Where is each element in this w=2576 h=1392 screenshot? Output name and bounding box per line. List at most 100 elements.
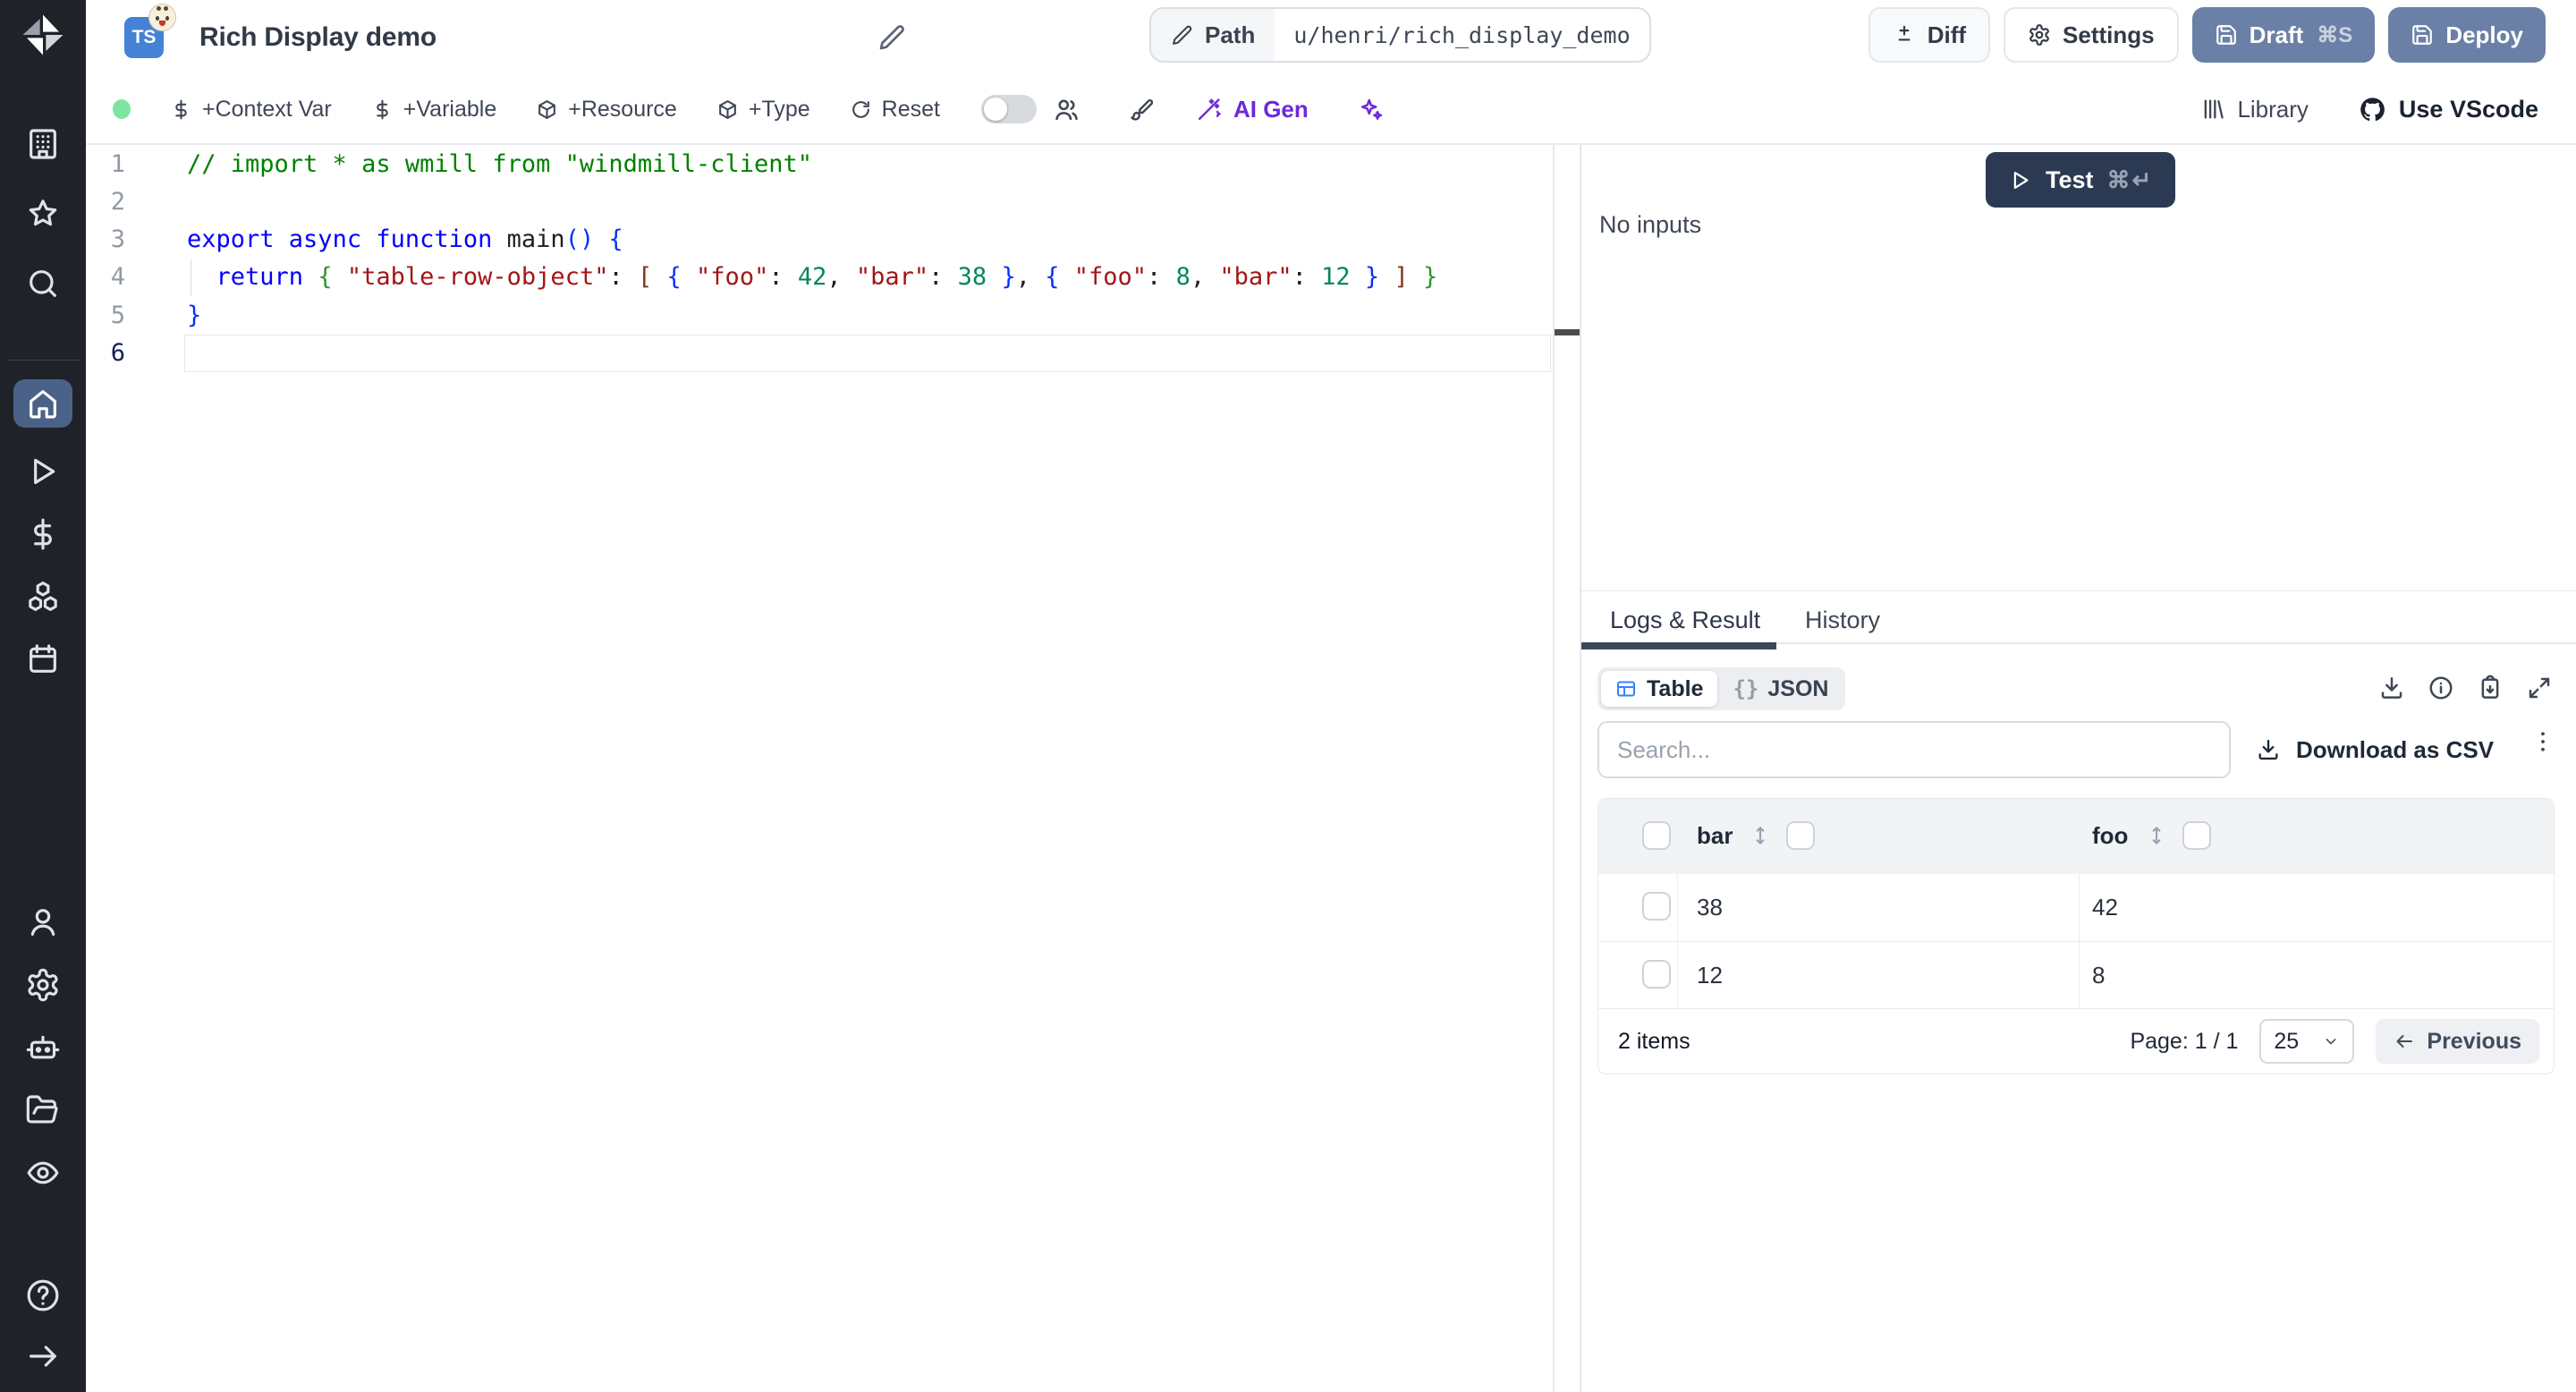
- overview-cursor-mark: [1555, 329, 1580, 335]
- sort-icon[interactable]: [1749, 824, 1772, 847]
- row-checkbox[interactable]: [1642, 892, 1671, 921]
- ai-gen-button[interactable]: AI Gen: [1196, 96, 1309, 123]
- status-dot: [113, 99, 131, 119]
- page-size-select[interactable]: 25: [2259, 1019, 2355, 1064]
- sidebar-main-group: [0, 379, 86, 678]
- tab-logs-result[interactable]: Logs & Result: [1610, 607, 1760, 634]
- robot-icon: [25, 1030, 61, 1065]
- items-count: 2 items: [1618, 1028, 1690, 1054]
- sort-icon[interactable]: [2145, 824, 2168, 847]
- collab-toggle[interactable]: [980, 95, 1037, 123]
- code-editor[interactable]: 1// import * as wmill from "windmill-cli…: [86, 145, 1580, 1392]
- gear-icon: [2028, 23, 2051, 47]
- star-icon: [25, 196, 61, 232]
- toolbar-context-var-button[interactable]: +Context Var: [170, 97, 332, 123]
- table-header: bar foo: [1598, 799, 2554, 874]
- cell-divider: [1677, 942, 1678, 1008]
- column-checkbox-bar[interactable]: [1786, 821, 1815, 850]
- language-label: TS: [131, 27, 157, 47]
- download-csv-button[interactable]: Download as CSV: [2256, 726, 2494, 773]
- toolbar-items: +Context Var +Variable +Resource +Type Reset: [131, 97, 940, 123]
- table-icon: [1615, 678, 1637, 700]
- code-line-5: 5}: [86, 296, 1580, 334]
- pencil-icon: [1171, 24, 1193, 47]
- library-button[interactable]: Library: [2200, 96, 2309, 123]
- table-row: 38 42: [1598, 874, 2554, 941]
- copy-icon[interactable]: [2477, 675, 2504, 701]
- expand-icon[interactable]: [2526, 675, 2553, 701]
- column-header-bar[interactable]: bar: [1697, 822, 1733, 850]
- sidebar-item-star[interactable]: [23, 195, 63, 233]
- chevron-down-icon: [2322, 1032, 2340, 1050]
- toolbar-type-button[interactable]: +Type: [716, 97, 810, 123]
- code-line-2: 2: [86, 182, 1580, 220]
- users-button[interactable]: [1053, 96, 1080, 123]
- column-checkbox-foo[interactable]: [2182, 821, 2211, 850]
- braces-icon: {}: [1733, 676, 1759, 701]
- sidebar-item-play[interactable]: [23, 453, 63, 490]
- ai-sparkles-button[interactable]: [1357, 96, 1384, 123]
- path-field[interactable]: Path u/henri/rich_display_demo: [1149, 7, 1651, 63]
- sidebar-bottom-group: [0, 904, 86, 1192]
- search-input[interactable]: [1597, 721, 2231, 778]
- edit-title-button[interactable]: [877, 20, 913, 55]
- draft-button[interactable]: Draft ⌘S: [2191, 7, 2376, 63]
- play-icon: [25, 454, 61, 489]
- sidebar-item-home[interactable]: [13, 379, 72, 428]
- line-number: 3: [110, 225, 125, 254]
- download-icon: [2256, 737, 2281, 762]
- tab-history[interactable]: History: [1805, 607, 1880, 634]
- view-json-button[interactable]: {} JSON: [1719, 671, 1842, 707]
- cubes-icon: [25, 579, 61, 615]
- editor-toolbar: +Context Var +Variable +Resource +Type Reset…: [86, 75, 2576, 145]
- sidebar-item-eye[interactable]: [23, 1154, 63, 1192]
- sidebar: [0, 0, 86, 1392]
- settings-button[interactable]: Settings: [2004, 7, 2179, 63]
- info-icon[interactable]: [2428, 675, 2454, 701]
- sidebar-item-gear[interactable]: [23, 966, 63, 1004]
- save-icon: [2411, 23, 2434, 47]
- wand-icon: [1196, 97, 1222, 123]
- deploy-button[interactable]: Deploy: [2388, 7, 2546, 63]
- library-icon: [2200, 97, 2225, 122]
- cell-bar: 38: [1697, 894, 1723, 921]
- format-button[interactable]: [1127, 97, 1153, 123]
- row-checkbox[interactable]: [1642, 960, 1671, 989]
- download-icon[interactable]: [2378, 675, 2405, 701]
- table-footer: 2 items Page: 1 / 1 25 Previous: [1598, 1008, 2554, 1074]
- typescript-badge: TS: [124, 4, 176, 58]
- select-all-checkbox[interactable]: [1642, 821, 1671, 850]
- draft-shortcut: ⌘S: [2317, 22, 2353, 47]
- sidebar-item-robot[interactable]: [23, 1029, 63, 1066]
- sidebar-item-arrow-right[interactable]: [23, 1337, 63, 1375]
- toolbarreset-button[interactable]: Reset: [850, 97, 940, 123]
- sidebar-item-search[interactable]: [23, 265, 63, 302]
- sidebar-item-folder-open[interactable]: [23, 1091, 63, 1129]
- view-table-button[interactable]: Table: [1601, 671, 1718, 707]
- table-menu-button[interactable]: [2529, 728, 2556, 755]
- test-button[interactable]: Test ⌘↵: [1986, 152, 2176, 208]
- kebab-icon: [2529, 728, 2556, 755]
- sidebar-item-dollar-sign[interactable]: [23, 515, 63, 553]
- previous-page-button[interactable]: Previous: [2376, 1019, 2539, 1064]
- vscode-icon: [2359, 96, 2386, 123]
- no-inputs-text: No inputs: [1599, 211, 1702, 238]
- eye-icon: [25, 1155, 61, 1191]
- sidebar-item-help[interactable]: [23, 1277, 63, 1314]
- diff-button[interactable]: Diff: [1868, 7, 1991, 63]
- cell-bar: 12: [1697, 962, 1723, 989]
- toolbar-resource-button[interactable]: +Resource: [536, 97, 677, 123]
- home-icon: [25, 386, 61, 421]
- refresh-icon: [850, 98, 872, 121]
- column-header-foo[interactable]: foo: [2092, 822, 2128, 850]
- sidebar-item-user[interactable]: [23, 904, 63, 941]
- sidebar-item-building[interactable]: [23, 125, 63, 163]
- pencil-icon: [877, 23, 913, 52]
- line-number: 1: [110, 149, 125, 178]
- sidebar-item-cubes[interactable]: [23, 578, 63, 615]
- panel-divider: [1581, 590, 2576, 591]
- toolbar-variable-button[interactable]: +Variable: [371, 97, 496, 123]
- sidebar-item-calendar[interactable]: [23, 641, 63, 678]
- use-vscode-button[interactable]: Use VScode: [2359, 96, 2538, 123]
- windmill-logo[interactable]: [19, 11, 67, 59]
